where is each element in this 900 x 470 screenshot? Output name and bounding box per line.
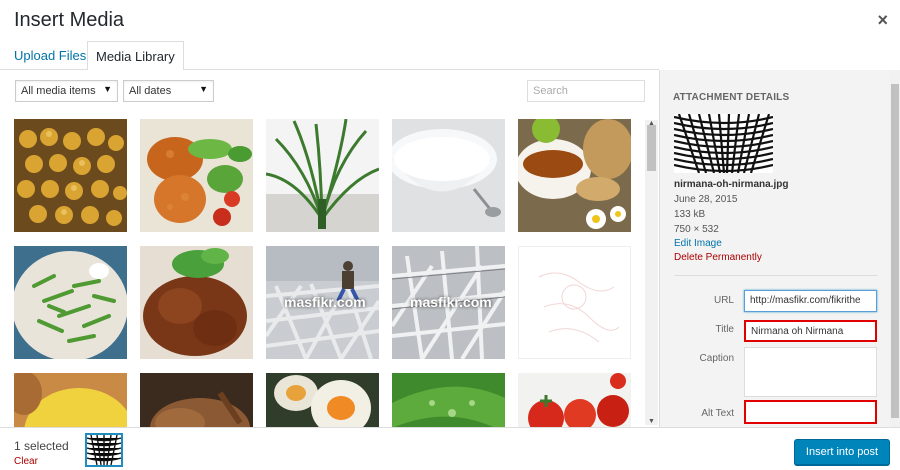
attachment-thumbnail[interactable]: masfikr.com — [392, 246, 505, 359]
attachment-size: 133 kB — [674, 209, 706, 220]
tea-ginger-image — [518, 119, 631, 232]
attachment-thumbnail[interactable] — [518, 373, 631, 427]
pastries-image — [14, 119, 127, 232]
scrollbar-thumb[interactable] — [891, 84, 899, 418]
attachment-thumbnail[interactable] — [392, 119, 505, 232]
watermark-text: masfikr.com — [410, 294, 492, 310]
attachment-dimensions: 750 × 532 — [674, 224, 719, 235]
tab-media-library[interactable]: Media Library — [87, 41, 184, 71]
attachment-filename: nirmana-oh-nirmana.jpg — [674, 179, 789, 190]
watermark-text: masfikr.com — [284, 294, 366, 310]
scrollbar-thumb[interactable] — [647, 125, 656, 171]
attachment-thumbnail[interactable] — [266, 119, 379, 232]
attachment-thumbnail[interactable] — [392, 373, 505, 427]
attachment-thumbnail[interactable] — [14, 119, 127, 232]
media-toolbar: All media items ▼ All dates ▼ Search — [0, 70, 659, 112]
attachment-details-sidebar: ATTACHMENT DETAILS nirmana-oh-nirmana.jp… — [659, 70, 900, 427]
grid-scrollbar[interactable]: ▲ ▼ — [645, 120, 658, 425]
date-filter[interactable]: All dates ▼ — [123, 80, 214, 102]
attachment-date: June 28, 2015 — [674, 194, 738, 205]
sidebar-scrollbar[interactable] — [890, 70, 900, 427]
plant-image — [266, 119, 379, 232]
selection-count: 1 selected — [14, 439, 69, 453]
title-label: Title — [715, 324, 734, 335]
attachment-thumbnail[interactable] — [266, 373, 379, 427]
rendang-image — [140, 246, 253, 359]
title-field[interactable]: Nirmana oh Nirmana — [744, 320, 877, 342]
yellow-shirt-image — [14, 373, 127, 427]
close-icon[interactable]: × — [877, 10, 888, 31]
attachment-thumbnail[interactable]: masfikr.com — [266, 246, 379, 359]
url-label: URL — [713, 295, 734, 306]
selected-attachment-thumbnail[interactable] — [85, 433, 123, 467]
roasted-meat-image — [140, 373, 253, 427]
attachment-details-heading: ATTACHMENT DETAILS — [673, 92, 790, 103]
alt-text-label: Alt Text — [701, 408, 734, 419]
attachment-preview — [673, 113, 774, 174]
attachment-thumbnail[interactable] — [518, 246, 631, 359]
attachment-thumbnail[interactable] — [14, 246, 127, 359]
modal-title: Insert Media — [14, 9, 125, 31]
media-tabs: Upload Files Media Library — [0, 40, 659, 71]
insert-into-post-button[interactable]: Insert into post — [794, 439, 890, 465]
modal-header: Insert Media × — [0, 0, 900, 40]
media-library-panel: All media items ▼ All dates ▼ Search mas… — [0, 70, 659, 427]
dropdown-arrow-icon: ▼ — [199, 84, 208, 94]
caption-field[interactable] — [744, 347, 877, 397]
attachment-thumbnail[interactable] — [14, 373, 127, 427]
op-art-image — [673, 113, 774, 174]
attachments-grid: masfikr.com masfikr.com — [14, 119, 638, 427]
divider — [674, 275, 878, 276]
scroll-down-icon[interactable]: ▼ — [648, 418, 655, 425]
delete-permanently-link[interactable]: Delete Permanently — [674, 252, 762, 263]
sketch-image — [519, 247, 630, 358]
op-art-image — [86, 434, 122, 466]
green-noodle-dessert-image — [14, 246, 127, 359]
dropdown-arrow-icon: ▼ — [103, 84, 112, 94]
tab-upload-files[interactable]: Upload Files — [6, 41, 94, 71]
date-filter-value: All dates — [129, 85, 172, 97]
egg-image — [266, 373, 379, 427]
tomatoes-image — [518, 373, 631, 427]
leaf-droplets-image — [392, 373, 505, 427]
attachment-thumbnail[interactable] — [140, 119, 253, 232]
media-footer: 1 selected Clear Insert into post — [0, 427, 900, 467]
attachment-thumbnail[interactable] — [518, 119, 631, 232]
media-type-filter-value: All media items — [21, 85, 96, 97]
yogurt-bowl-image — [392, 119, 505, 232]
url-field[interactable]: http://masfikr.com/fikrithe — [744, 290, 877, 312]
caption-label: Caption — [699, 353, 734, 364]
edit-image-link[interactable]: Edit Image — [674, 238, 722, 249]
fried-food-image — [140, 119, 253, 232]
media-type-filter[interactable]: All media items ▼ — [15, 80, 118, 102]
search-input[interactable]: Search — [527, 80, 645, 102]
alt-text-field[interactable] — [744, 400, 877, 424]
clear-selection-link[interactable]: Clear — [14, 456, 38, 467]
attachment-thumbnail[interactable] — [140, 246, 253, 359]
attachment-thumbnail[interactable] — [140, 373, 253, 427]
